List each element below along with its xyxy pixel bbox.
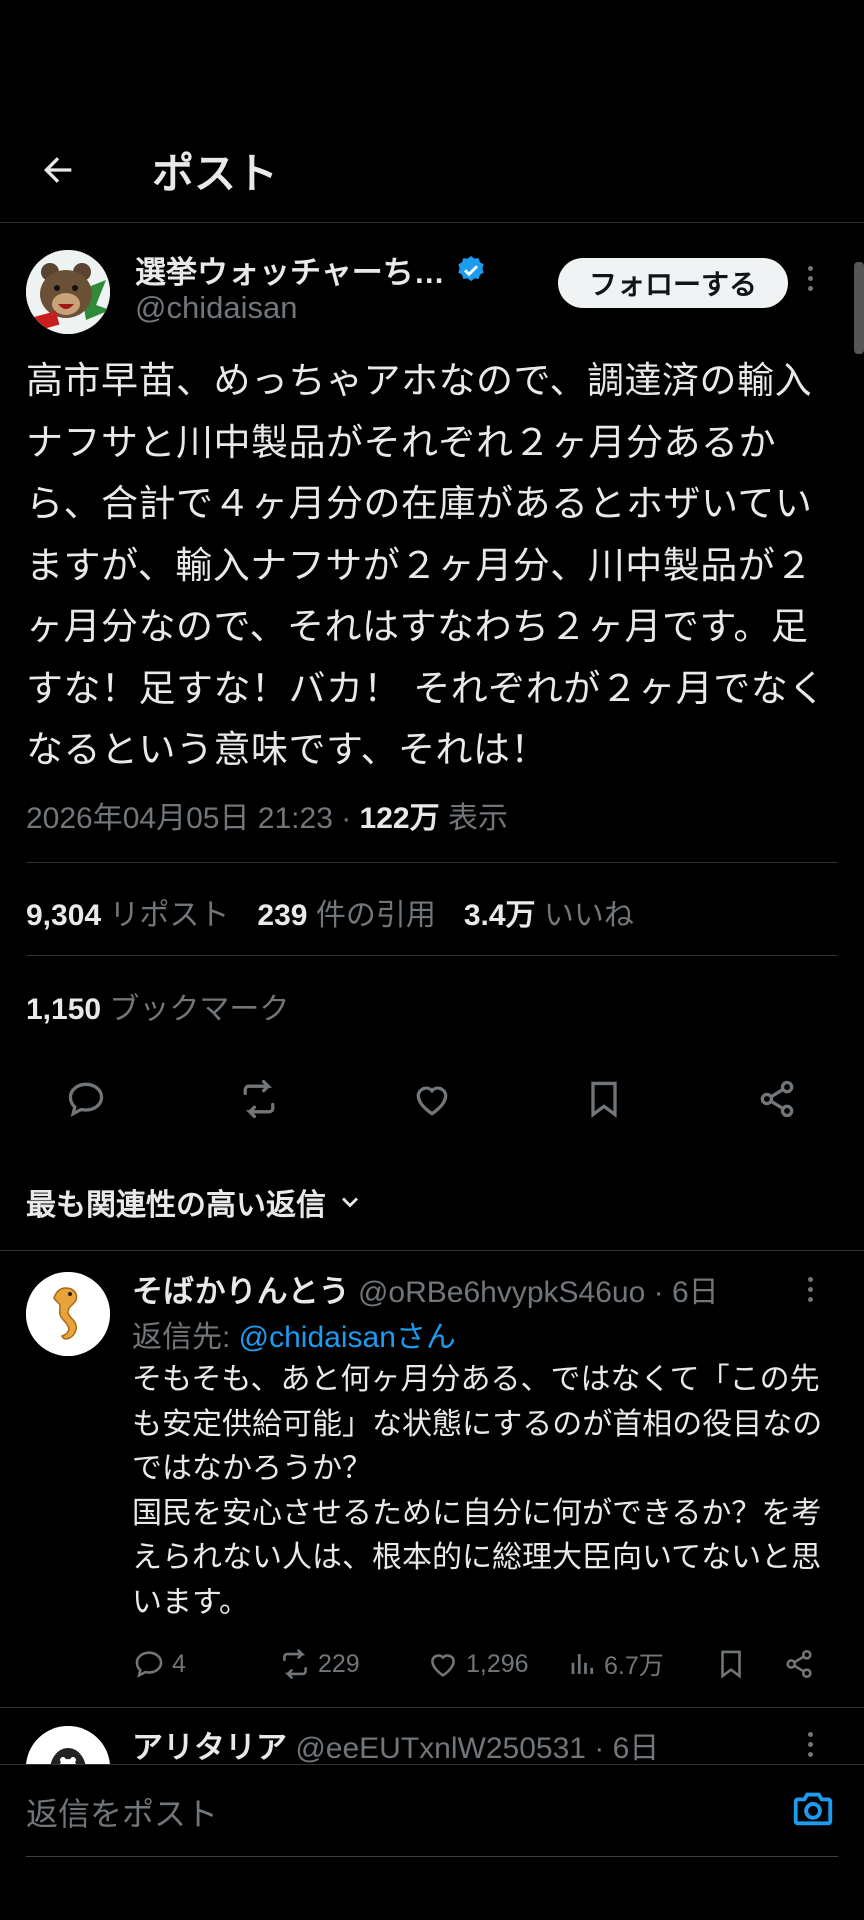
reply-to-prefix: 返信先: xyxy=(132,1321,239,1354)
quotes-count: 239 xyxy=(257,899,308,932)
reply-views-count: 6.7万 xyxy=(604,1652,664,1680)
replies-sort-label: 最も関連性の高い返信 xyxy=(26,1189,326,1222)
reposts-count: 9,304 xyxy=(26,899,102,932)
follow-button[interactable]: フォローする xyxy=(558,258,788,308)
like-icon xyxy=(431,1654,455,1677)
reply-to-line: 返信先: @chidaisanさん xyxy=(132,1312,456,1356)
reply-reposts-count: 229 xyxy=(318,1649,360,1678)
likes-stat[interactable]: 3.4万 いいね xyxy=(464,890,634,934)
stats-row: 9,304 リポスト 239 件の引用 3.4万 いいね xyxy=(26,890,634,934)
chevron-down-icon xyxy=(342,1197,358,1208)
reply-more-button[interactable] xyxy=(808,1277,813,1302)
views-icon xyxy=(571,1654,594,1674)
back-arrow-icon xyxy=(44,157,72,183)
likes-count: 3.4万 xyxy=(463,899,536,932)
reply-avatar[interactable] xyxy=(26,1272,110,1356)
top-bar: ポスト xyxy=(0,120,864,223)
reply-to-mention[interactable]: @chidaisanさん xyxy=(239,1321,456,1354)
reposts-label: リポスト xyxy=(109,899,230,932)
quotes-label: 件の引用 xyxy=(315,899,436,932)
share-icon xyxy=(786,1649,812,1679)
post-text: 高市早苗、めっちゃアホなので、調達済の輸入ナフサと川中製品がそれぞれ２ヶ月分ある… xyxy=(26,359,826,771)
more-icon xyxy=(808,1732,813,1757)
reply-composer: 返信をポスト xyxy=(0,1765,864,1855)
post-more-button[interactable] xyxy=(808,266,813,291)
reply-more-button[interactable] xyxy=(808,1732,813,1757)
reply-avatar[interactable] xyxy=(26,1726,110,1764)
divider xyxy=(26,955,838,956)
share-icon xyxy=(760,1080,794,1118)
reply-author-row: そばかりんとう @oRBe6hvypkS46uo · 6日 xyxy=(132,1266,719,1311)
more-icon xyxy=(808,266,813,291)
reply-input[interactable]: 返信をポスト xyxy=(26,1789,218,1835)
views-count: 122万 xyxy=(359,802,440,835)
verified-badge-icon xyxy=(458,255,484,281)
author-name-row: 選挙ウォッチャーち… xyxy=(135,247,487,292)
more-icon xyxy=(808,1277,813,1302)
reply-bookmark-button[interactable] xyxy=(714,1642,748,1686)
reply-views-button[interactable]: 6.7万 xyxy=(568,1642,664,1686)
reply-handle[interactable]: @oRBe6hvypkS46uo xyxy=(358,1276,645,1309)
share-button[interactable] xyxy=(753,1075,801,1123)
post-meta: 2026年04月05日 21:23 · 122万 表示 xyxy=(26,793,508,837)
bookmarks-label: ブックマーク xyxy=(109,993,290,1026)
reply-time[interactable]: · 6日 xyxy=(586,1732,659,1764)
back-button[interactable] xyxy=(36,148,80,192)
reply-replies-count: 4 xyxy=(172,1649,186,1678)
reply-icon xyxy=(68,1082,104,1117)
like-icon xyxy=(416,1086,448,1116)
divider xyxy=(0,1250,864,1251)
repost-button[interactable] xyxy=(235,1075,283,1123)
author-avatar[interactable] xyxy=(26,250,110,334)
reply-time[interactable]: · 6日 xyxy=(645,1276,719,1309)
likes-label: いいね xyxy=(543,899,634,932)
page-title: ポスト xyxy=(152,150,279,197)
reply-handle[interactable]: @eeEUTxnlW250531 xyxy=(295,1732,586,1764)
bookmarks-count: 1,150 xyxy=(26,993,102,1026)
divider xyxy=(26,862,838,863)
post-timestamp[interactable]: 2026年04月05日 21:23 · xyxy=(26,802,360,835)
repost-icon xyxy=(243,1079,275,1119)
camera-icon xyxy=(793,1792,833,1826)
repost-icon xyxy=(283,1649,307,1679)
scrollbar[interactable] xyxy=(854,262,864,354)
reply-like-button[interactable]: 1,296 xyxy=(426,1642,529,1686)
reply-display-name[interactable]: そばかりんとう xyxy=(132,1274,350,1309)
seahorse-avatar-image xyxy=(26,1272,110,1356)
like-button[interactable] xyxy=(408,1075,456,1123)
reply-display-name[interactable]: アリタリア xyxy=(132,1730,287,1764)
reply-share-button[interactable] xyxy=(782,1642,816,1686)
camera-button[interactable] xyxy=(790,1785,836,1836)
quotes-stat[interactable]: 239 件の引用 xyxy=(257,890,435,934)
reply-item-partial[interactable]: アリタリア @eeEUTxnlW250531 · 6日 xyxy=(0,1708,864,1764)
reply-icon xyxy=(135,1651,163,1678)
bookmarks-stat[interactable]: 1,150 ブックマーク xyxy=(26,984,289,1028)
bookmark-icon xyxy=(721,1650,741,1679)
replies-sort-dropdown[interactable]: 最も関連性の高い返信 xyxy=(26,1180,364,1224)
bear-avatar-image xyxy=(26,250,110,334)
bookmark-icon xyxy=(591,1081,617,1118)
author-display-name[interactable]: 選挙ウォッチャーち… xyxy=(135,247,445,292)
views-label: 表示 xyxy=(439,802,508,835)
author-handle[interactable]: @chidaisan xyxy=(135,290,297,326)
reply-button[interactable] xyxy=(62,1075,110,1123)
penguin-avatar-image xyxy=(26,1726,110,1764)
bookmark-button[interactable] xyxy=(580,1075,628,1123)
reply-repost-button[interactable]: 229 xyxy=(278,1642,360,1686)
reply-reply-button[interactable]: 4 xyxy=(132,1642,186,1686)
reply-text: そもそも、あと何ヶ月分ある、ではなくて「この先も安定供給可能」な状態にするのが首… xyxy=(132,1362,823,1620)
reply-author-row: アリタリア @eeEUTxnlW250531 · 6日 xyxy=(132,1722,659,1764)
reposts-stat[interactable]: 9,304 リポスト xyxy=(26,890,229,934)
reply-likes-count: 1,296 xyxy=(466,1649,529,1678)
divider xyxy=(26,1856,838,1857)
